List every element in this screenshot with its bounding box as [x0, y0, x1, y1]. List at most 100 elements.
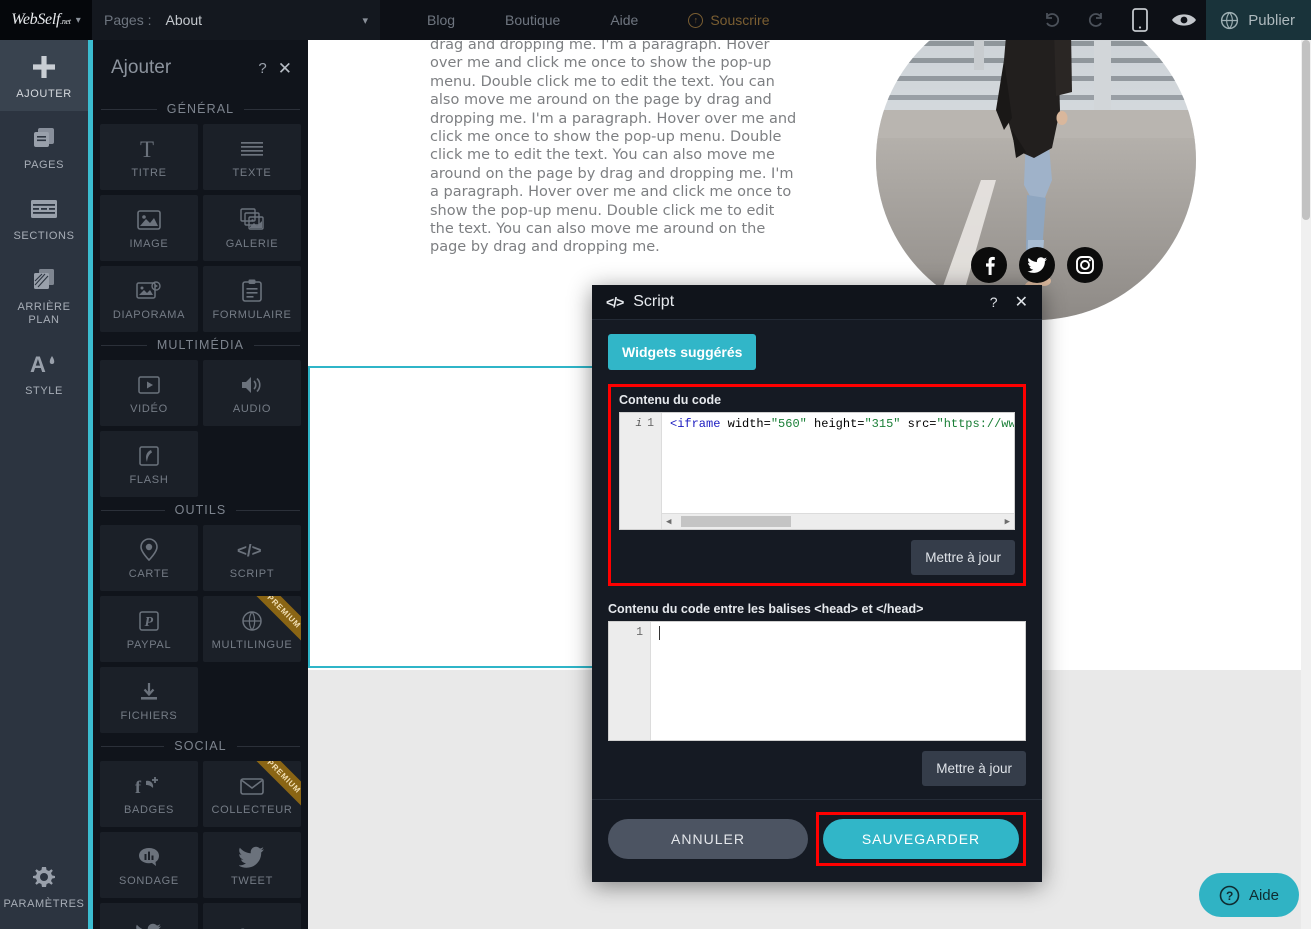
tile-label: DIAPORAMA — [112, 308, 186, 321]
top-bar: WebSelf.net ▾ Pages : About ▾ Blog Bouti… — [0, 0, 1311, 40]
tile-image[interactable]: IMAGE — [100, 195, 198, 261]
tile-fichiers[interactable]: FICHIERS — [100, 667, 198, 733]
pages-selector[interactable]: Pages : About ▾ — [92, 0, 380, 40]
save-button-highlight: SAUVEGARDER — [816, 812, 1026, 866]
rail-item-ajouter[interactable]: AJOUTER — [0, 40, 88, 111]
tile-label: PAYPAL — [126, 638, 172, 651]
add-panel-header: Ajouter ? ✕ — [93, 40, 308, 96]
editor-code-line: <iframe width="560" height="315" src="ht… — [670, 416, 1015, 432]
code-token-val3: "https://www.youtube — [936, 417, 1015, 431]
divider — [101, 344, 147, 346]
nav-item-aide[interactable]: Aide — [585, 0, 663, 40]
facebook-icon[interactable] — [971, 247, 1007, 283]
tile-video[interactable]: VIDÉO — [100, 360, 198, 426]
rail-item-style[interactable]: A STYLE — [0, 337, 88, 408]
scroll-left-arrow-icon[interactable]: ◀ — [666, 517, 671, 527]
tile-label: TWEET — [231, 874, 273, 887]
rail-item-pages[interactable]: PAGES — [0, 111, 88, 182]
canvas-paragraph[interactable]: drag and dropping me. I'm a paragraph. H… — [430, 40, 802, 257]
script-modal-header: </> Script ? ✕ — [592, 285, 1042, 320]
close-icon[interactable]: ✕ — [278, 60, 292, 77]
scroll-track[interactable] — [675, 516, 1000, 527]
tile-label: FORMULAIRE — [212, 308, 292, 321]
help-fab-button[interactable]: ? Aide — [1198, 873, 1299, 917]
publish-label: Publier — [1248, 11, 1295, 29]
svg-text:T: T — [140, 137, 154, 161]
tile-label: CARTE — [128, 567, 170, 580]
twitter-bird-icon — [239, 844, 265, 870]
code-content-editor[interactable]: i1 <iframe width="560" height="315" src=… — [619, 412, 1015, 530]
canvas-scrollbar[interactable] — [1301, 40, 1311, 929]
code-token-attr2: height= — [806, 417, 865, 431]
app-root: WebSelf.net ▾ Pages : About ▾ Blog Bouti… — [0, 0, 1311, 929]
help-icon[interactable]: ? — [990, 294, 998, 310]
rail-label-arriere-plan: ARRIÈRE PLAN — [17, 301, 71, 326]
style-droplet-icon: A — [29, 349, 59, 379]
tile-collecteur[interactable]: COLLECTEUR PREMIUM — [203, 761, 301, 827]
slideshow-icon — [136, 278, 162, 304]
script-modal-footer: ANNULER SAUVEGARDER — [592, 799, 1042, 882]
tile-tweet[interactable]: TWEET — [203, 832, 301, 898]
download-files-icon — [137, 679, 161, 705]
tile-multilingue[interactable]: MULTILINGUE PREMIUM — [203, 596, 301, 662]
scrollbar-thumb[interactable] — [1302, 40, 1310, 220]
rail-label-parametres: PARAMÈTRES — [3, 898, 85, 910]
head-content-editor[interactable]: 1 — [608, 621, 1026, 741]
preview-eye-icon[interactable] — [1162, 0, 1206, 40]
sections-icon — [30, 194, 58, 224]
cancel-button[interactable]: ANNULER — [608, 819, 808, 859]
tile-sondage[interactable]: SONDAGE — [100, 832, 198, 898]
tile-audio[interactable]: AUDIO — [203, 360, 301, 426]
close-icon[interactable]: ✕ — [1015, 292, 1028, 312]
title-T-icon: T — [137, 136, 161, 162]
rail-item-arriere-plan[interactable]: ARRIÈRE PLAN — [0, 253, 88, 337]
divider — [101, 509, 165, 511]
brand-logo-button[interactable]: WebSelf.net ▾ — [0, 0, 92, 40]
tile-paypal[interactable]: P PAYPAL — [100, 596, 198, 662]
poll-bubble-icon — [137, 844, 161, 870]
help-icon[interactable]: ? — [258, 60, 266, 77]
tile-badges[interactable]: f BADGES — [100, 761, 198, 827]
chevron-down-icon[interactable]: ▾ — [362, 14, 368, 27]
svg-text:P: P — [145, 615, 154, 630]
facebook-like-icon: f — [238, 921, 266, 929]
svg-text:f: f — [135, 777, 142, 797]
tile-label: GALERIE — [225, 237, 279, 250]
nav-item-blog[interactable]: Blog — [402, 0, 480, 40]
code-brackets-icon: </> — [606, 294, 624, 310]
rail-label-pages: PAGES — [23, 159, 65, 171]
tile-twitter-extra[interactable] — [100, 903, 198, 929]
suggested-widgets-button[interactable]: Widgets suggérés — [608, 334, 757, 370]
audio-speaker-icon — [239, 372, 265, 398]
add-panel: Ajouter ? ✕ GÉNÉRAL T TITRE TEXTE IMAGE — [93, 40, 308, 929]
instagram-icon[interactable] — [1067, 247, 1103, 283]
tile-flash[interactable]: FLASH — [100, 431, 198, 497]
undo-icon[interactable] — [1030, 0, 1074, 40]
scroll-right-arrow-icon[interactable]: ▶ — [1005, 517, 1010, 527]
tile-titre[interactable]: T TITRE — [100, 124, 198, 190]
update-head-button[interactable]: Mettre à jour — [922, 751, 1026, 786]
script-modal-title: Script — [633, 293, 675, 310]
tile-script[interactable]: </> SCRIPT — [203, 525, 301, 591]
tile-facebook-like[interactable]: f — [203, 903, 301, 929]
tile-carte[interactable]: CARTE — [100, 525, 198, 591]
tile-galerie[interactable]: GALERIE — [203, 195, 301, 261]
twitter-icon[interactable] — [1019, 247, 1055, 283]
publish-button[interactable]: Publier — [1206, 0, 1311, 40]
mobile-preview-icon[interactable] — [1118, 0, 1162, 40]
update-code-button[interactable]: Mettre à jour — [911, 540, 1015, 575]
tile-texte[interactable]: TEXTE — [203, 124, 301, 190]
editor-horizontal-scrollbar[interactable]: ◀ ▶ — [662, 513, 1014, 529]
image-icon — [136, 207, 162, 233]
tile-diaporama[interactable]: DIAPORAMA — [100, 266, 198, 332]
nav-item-boutique[interactable]: Boutique — [480, 0, 585, 40]
redo-icon[interactable] — [1074, 0, 1118, 40]
scrollbar-thumb[interactable] — [681, 516, 792, 527]
rail-item-sections[interactable]: SECTIONS — [0, 182, 88, 253]
save-button[interactable]: SAUVEGARDER — [823, 819, 1019, 859]
panel-section-label: SOCIAL — [174, 739, 227, 753]
tile-formulaire[interactable]: FORMULAIRE — [203, 266, 301, 332]
nav-item-souscrire[interactable]: ↑ Souscrire — [663, 0, 794, 40]
rail-item-parametres[interactable]: PARAMÈTRES — [0, 850, 88, 921]
